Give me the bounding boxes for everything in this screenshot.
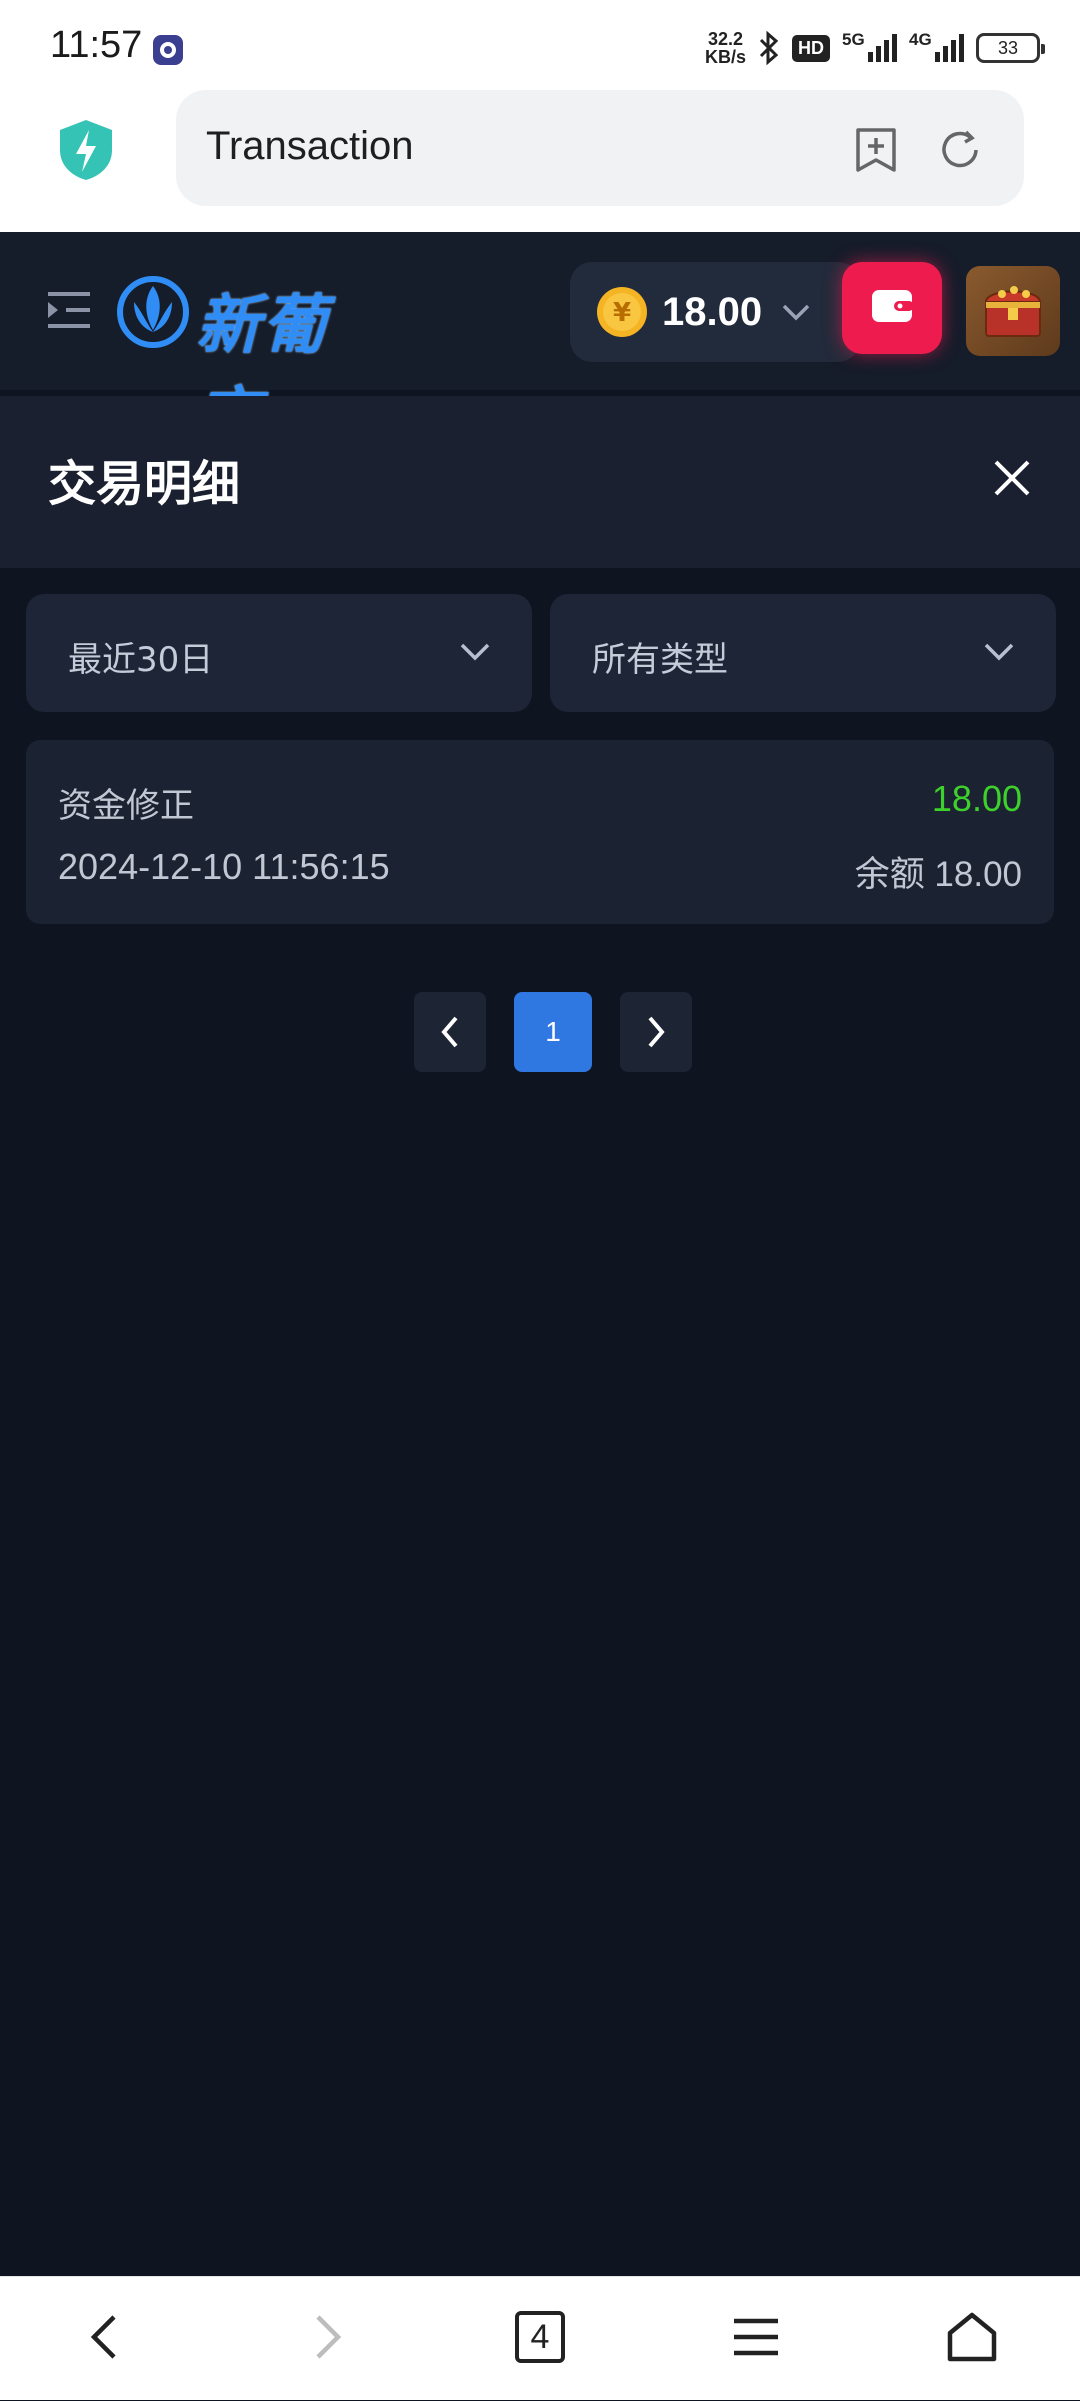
browser-toolbar: Transaction <box>0 90 1080 232</box>
wallet-button[interactable] <box>842 262 942 354</box>
forward-button[interactable] <box>266 2277 386 2401</box>
battery-icon: 33 <box>976 33 1045 63</box>
status-time: 11:57 <box>50 24 143 66</box>
back-button[interactable] <box>46 2277 166 2401</box>
home-icon <box>947 2312 997 2362</box>
status-bar: 11:57 32.2 KB/s HD 5G 4G 33 <box>0 0 1080 90</box>
site-logo[interactable]: 新葡京 <box>116 274 386 455</box>
coin-icon: ¥ <box>597 287 647 337</box>
svg-text:¥: ¥ <box>613 298 631 328</box>
transaction-row[interactable]: 资金修正 18.00 2024-12-10 11:56:15 余额 18.00 <box>26 740 1054 924</box>
bookmark-add-icon[interactable] <box>854 126 898 174</box>
bluetooth-icon <box>759 31 779 65</box>
status-indicators: 32.2 KB/s HD 5G 4G 33 <box>704 26 1045 70</box>
url-text[interactable]: Transaction <box>206 124 414 169</box>
chevron-left-icon <box>441 1016 458 1048</box>
tabs-button[interactable]: 4 <box>480 2277 600 2401</box>
close-icon[interactable] <box>990 456 1034 500</box>
page-number-button[interactable]: 1 <box>514 992 592 1072</box>
network-speed: 32.2 KB/s <box>704 29 746 67</box>
chevron-down-icon <box>460 643 490 661</box>
page-title: 交易明细 <box>48 456 241 512</box>
transaction-type-select[interactable]: 所有类型 <box>550 594 1056 712</box>
panel-header: 交易明细 <box>0 396 1080 568</box>
forward-arrow-icon <box>316 2315 342 2359</box>
transaction-type-label: 所有类型 <box>592 640 728 680</box>
chevron-right-icon <box>648 1016 665 1048</box>
transaction-datetime: 2024-12-10 11:56:15 <box>58 846 390 887</box>
wallet-icon <box>872 290 914 322</box>
transaction-type: 资金修正 <box>58 786 194 826</box>
treasure-chest-button[interactable] <box>966 266 1060 356</box>
chevron-down-icon <box>782 304 810 321</box>
logo-emblem-icon <box>117 276 189 348</box>
security-shield-icon[interactable] <box>56 118 116 182</box>
hd-badge: HD <box>792 34 830 62</box>
previous-page-button[interactable] <box>414 992 486 1072</box>
balance-amount: 18.00 <box>662 290 763 334</box>
date-range-select[interactable]: 最近30日 <box>26 594 532 712</box>
menu-icon[interactable] <box>46 290 92 330</box>
treasure-chest-icon <box>984 286 1042 337</box>
reload-icon[interactable] <box>936 126 984 174</box>
next-page-button[interactable] <box>620 992 692 1072</box>
transaction-balance: 余额 18.00 <box>854 855 1022 894</box>
date-range-label: 最近30日 <box>68 640 214 680</box>
chevron-down-icon <box>984 643 1014 661</box>
signal-5g-icon: 5G <box>842 30 897 62</box>
hamburger-menu-icon <box>734 2318 778 2356</box>
browser-bottom-nav: 4 <box>0 2276 1080 2400</box>
menu-button[interactable] <box>696 2277 816 2401</box>
back-arrow-icon <box>90 2315 116 2359</box>
signal-4g-icon: 4G <box>909 30 964 62</box>
site-header: 新葡京 ¥ 18.00 <box>0 232 1080 455</box>
address-bar[interactable]: Transaction <box>176 90 1024 206</box>
transaction-amount: 18.00 <box>931 778 1022 819</box>
home-button[interactable] <box>912 2277 1032 2401</box>
balance-selector[interactable]: ¥ 18.00 <box>570 262 860 362</box>
tab-count: 4 <box>515 2311 565 2363</box>
app-notification-icon <box>153 35 183 65</box>
